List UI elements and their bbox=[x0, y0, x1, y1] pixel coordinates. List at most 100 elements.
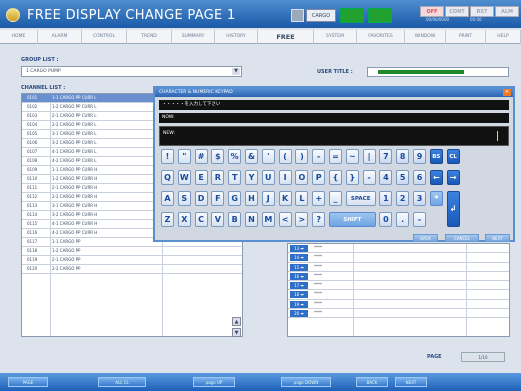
key[interactable]: F bbox=[211, 191, 225, 206]
menu-item-alarm[interactable]: ALARM bbox=[38, 30, 82, 44]
keypad-new-field[interactable]: NEW: bbox=[159, 126, 509, 146]
slot-number-button[interactable]: 18 ➡ bbox=[290, 291, 308, 299]
key[interactable]: { bbox=[329, 170, 342, 185]
keypad-back-button[interactable]: BACK bbox=[413, 234, 438, 242]
key[interactable]: 9 bbox=[413, 149, 426, 164]
key[interactable]: C bbox=[194, 212, 208, 227]
key[interactable]: 4 bbox=[379, 170, 393, 185]
slot-number-button[interactable]: 13 ➡ bbox=[290, 245, 308, 252]
status-button-rst[interactable]: RST bbox=[470, 6, 494, 17]
slot-row[interactable]: 19 ➡ **** bbox=[288, 300, 509, 310]
footer-button-all-cl[interactable]: ALL CL bbox=[98, 377, 146, 387]
slot-row[interactable]: 13 ➡ **** bbox=[288, 244, 509, 254]
channel-row[interactable]: 0118 1-2 CARGO PP bbox=[22, 247, 242, 256]
slot-number-button[interactable]: 19 ➡ bbox=[290, 300, 308, 308]
user-title-field[interactable] bbox=[367, 67, 509, 77]
key[interactable]: | bbox=[362, 149, 376, 164]
key-space[interactable]: SPACE bbox=[345, 191, 376, 206]
key[interactable]: 3 bbox=[413, 191, 426, 206]
key[interactable]: K bbox=[278, 191, 292, 206]
key[interactable]: N bbox=[245, 212, 258, 227]
key[interactable]: ? bbox=[312, 212, 326, 227]
key-cl[interactable]: CL bbox=[446, 149, 460, 164]
key[interactable]: J bbox=[261, 191, 275, 206]
key[interactable]: 8 bbox=[396, 149, 410, 164]
key[interactable]: 5 bbox=[396, 170, 410, 185]
key[interactable]: ! bbox=[161, 149, 174, 164]
menu-item-window[interactable]: WINDOW bbox=[405, 30, 446, 44]
key[interactable]: - bbox=[413, 212, 426, 227]
scroll-up-button[interactable]: ▲ bbox=[232, 317, 241, 326]
footer-button-page[interactable]: PAGE bbox=[8, 377, 48, 387]
key[interactable]: - bbox=[362, 170, 376, 185]
key[interactable]: 0 bbox=[379, 212, 393, 227]
key[interactable]: U bbox=[261, 170, 275, 185]
menu-item-history[interactable]: HISTORY bbox=[215, 30, 258, 44]
enter-key[interactable]: ↲ bbox=[446, 191, 460, 227]
key-shift[interactable]: SHIFT bbox=[329, 212, 376, 227]
cargo-icon[interactable] bbox=[291, 9, 304, 22]
menu-item-home[interactable]: HOME bbox=[0, 30, 38, 44]
key[interactable]: V bbox=[211, 212, 225, 227]
slot-number-button[interactable]: 14 ➡ bbox=[290, 254, 308, 262]
channel-row[interactable]: 0119 2-1 CARGO PP bbox=[22, 256, 242, 265]
key[interactable]: P bbox=[312, 170, 326, 185]
key[interactable]: H bbox=[245, 191, 258, 206]
key[interactable]: L bbox=[295, 191, 309, 206]
keypad-cancel-button[interactable]: CANCEL bbox=[445, 234, 479, 242]
slot-row[interactable]: 20 ➡ **** bbox=[288, 309, 509, 319]
footer-button-back[interactable]: BACK bbox=[356, 377, 388, 387]
dropdown-arrow-icon[interactable]: ▼ bbox=[232, 68, 240, 75]
menu-item-print[interactable]: PRINT bbox=[446, 30, 486, 44]
key-bs[interactable]: BS bbox=[429, 149, 443, 164]
key[interactable]: Y bbox=[245, 170, 258, 185]
key[interactable]: ( bbox=[278, 149, 292, 164]
key[interactable]: - bbox=[312, 149, 326, 164]
key[interactable]: E bbox=[194, 170, 208, 185]
key[interactable]: ' bbox=[261, 149, 275, 164]
key[interactable]: ~ bbox=[345, 149, 359, 164]
key[interactable]: $ bbox=[211, 149, 225, 164]
key[interactable]: _ bbox=[329, 191, 342, 206]
key[interactable]: X bbox=[177, 212, 191, 227]
key[interactable]: I bbox=[278, 170, 292, 185]
channel-row[interactable]: 0120 2-2 CARGO PP bbox=[22, 265, 242, 274]
slot-row[interactable]: 15 ➡ **** bbox=[288, 263, 509, 272]
keypad-next-button[interactable]: NEXT bbox=[485, 234, 510, 242]
key[interactable]: A bbox=[161, 191, 174, 206]
scroll-down-button[interactable]: ▼ bbox=[232, 328, 241, 337]
cargo-button[interactable]: CARGO bbox=[306, 9, 336, 22]
key[interactable]: 7 bbox=[379, 149, 393, 164]
menu-item-free[interactable]: FREE bbox=[258, 30, 314, 44]
slot-row[interactable]: 18 ➡ **** bbox=[288, 290, 509, 300]
key[interactable]: = bbox=[329, 149, 342, 164]
key[interactable]: ← bbox=[429, 170, 443, 185]
key[interactable]: S bbox=[177, 191, 191, 206]
footer-button-next[interactable]: NEXT bbox=[395, 377, 427, 387]
key[interactable]: W bbox=[177, 170, 191, 185]
key[interactable]: + bbox=[312, 191, 326, 206]
menu-item-help[interactable]: HELP bbox=[486, 30, 521, 44]
footer-button-page-down[interactable]: page DOWN bbox=[281, 377, 331, 387]
slot-number-button[interactable]: 15 ➡ bbox=[290, 263, 308, 271]
menu-item-summary[interactable]: SUMMARY bbox=[172, 30, 215, 44]
key[interactable]: # bbox=[194, 149, 208, 164]
key[interactable]: M bbox=[261, 212, 275, 227]
slot-number-button[interactable]: 16 ➡ bbox=[290, 272, 308, 280]
slot-row[interactable]: 16 ➡ **** bbox=[288, 272, 509, 282]
key[interactable]: → bbox=[446, 170, 460, 185]
key[interactable]: 1 bbox=[379, 191, 393, 206]
slot-number-button[interactable]: 17 ➡ bbox=[290, 282, 308, 290]
key[interactable]: 6 bbox=[413, 170, 426, 185]
key[interactable]: T bbox=[228, 170, 242, 185]
key[interactable]: * bbox=[429, 191, 443, 206]
key[interactable]: } bbox=[345, 170, 359, 185]
key[interactable]: Q bbox=[161, 170, 174, 185]
key[interactable]: O bbox=[295, 170, 309, 185]
key[interactable]: " bbox=[177, 149, 191, 164]
key[interactable]: G bbox=[228, 191, 242, 206]
footer-button-page-up[interactable]: page UP bbox=[193, 377, 235, 387]
close-icon[interactable]: ✕ bbox=[503, 89, 511, 96]
key[interactable]: Z bbox=[161, 212, 174, 227]
key[interactable]: . bbox=[396, 212, 410, 227]
